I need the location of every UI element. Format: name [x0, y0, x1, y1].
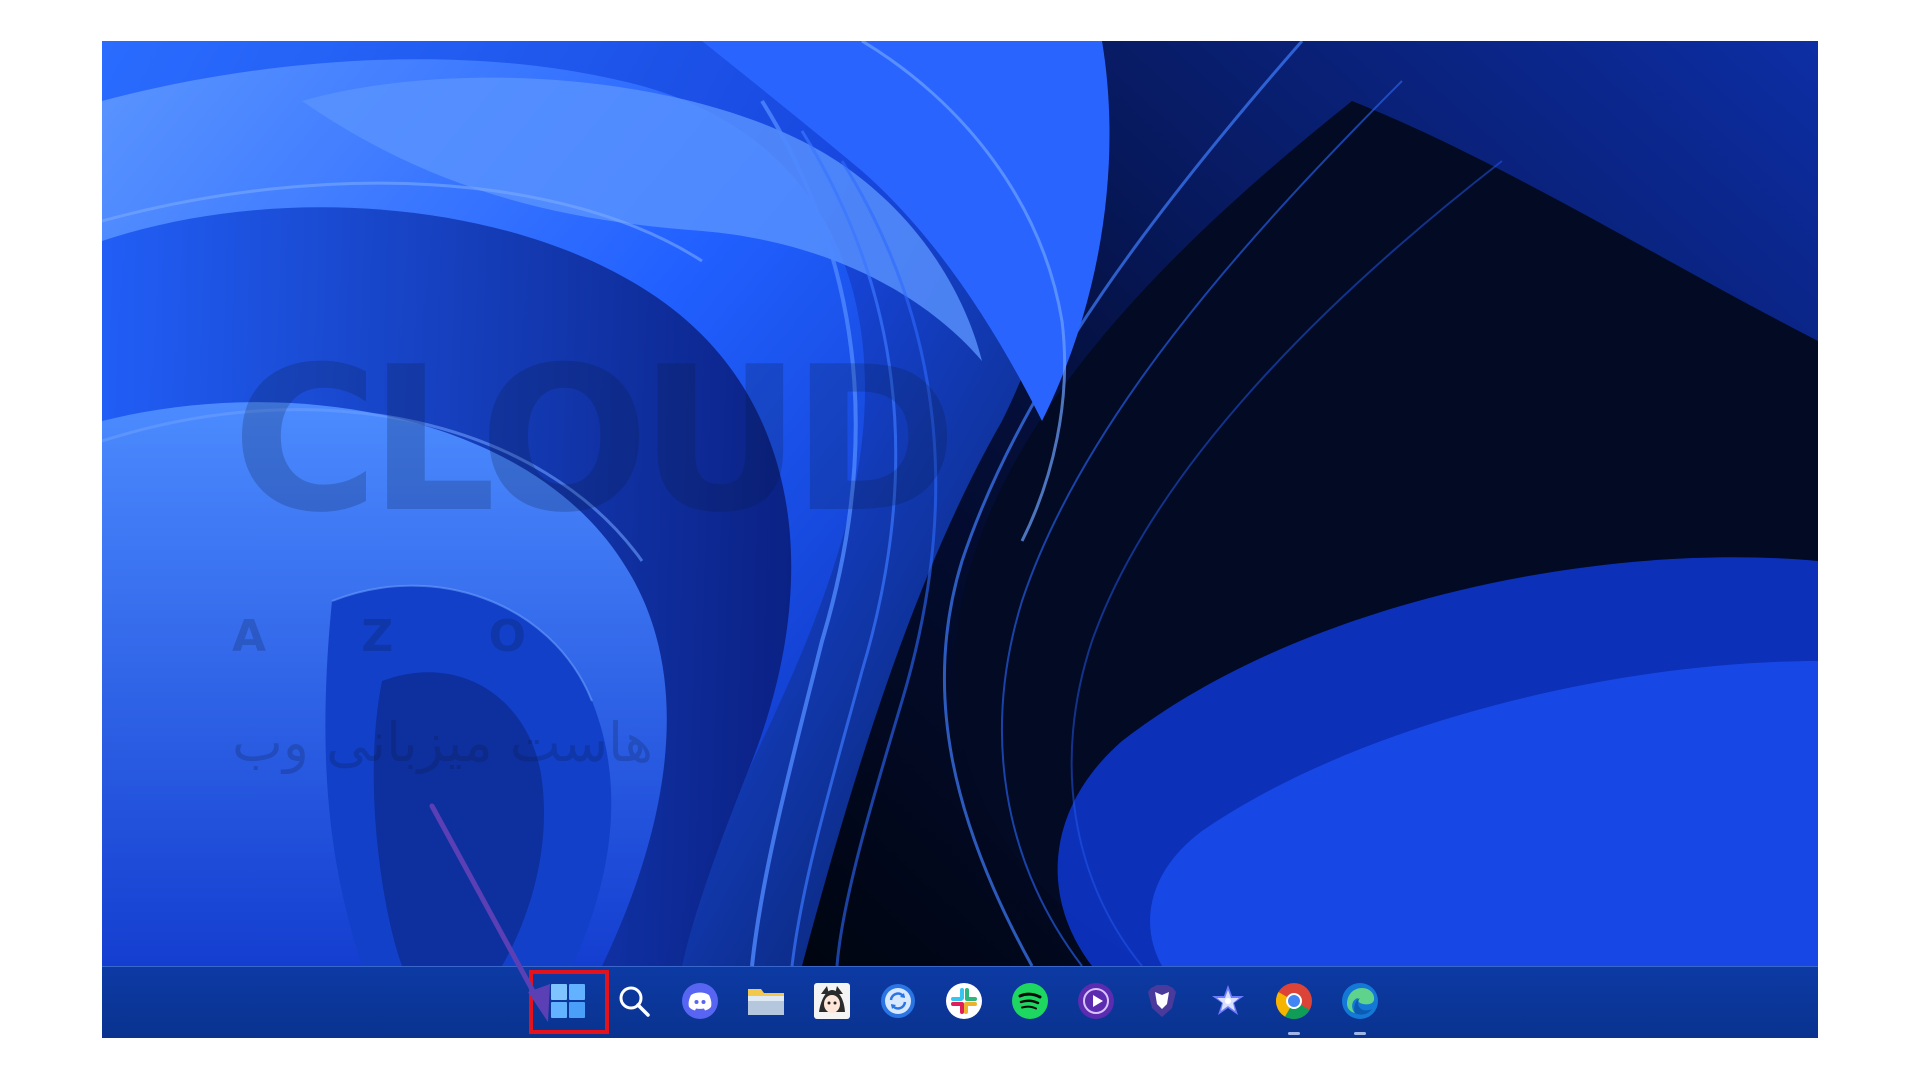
running-indicator — [1288, 1032, 1300, 1035]
spotify-icon — [1011, 982, 1049, 1024]
slack-icon — [945, 982, 983, 1024]
search-button[interactable] — [608, 977, 660, 1029]
watermark-subtext: A Z O — [232, 611, 566, 662]
discord-icon — [681, 982, 719, 1024]
sync-app-icon — [879, 982, 917, 1024]
edge-icon — [1341, 982, 1379, 1024]
taskbar — [102, 966, 1818, 1038]
brave-icon — [1143, 982, 1181, 1024]
annotation-arrow — [429, 803, 550, 1022]
taskbar-app-edge[interactable] — [1334, 977, 1386, 1035]
taskbar-app-brave[interactable] — [1136, 977, 1188, 1029]
taskbar-app-anime[interactable] — [806, 977, 858, 1029]
taskbar-app-chrome[interactable] — [1268, 977, 1320, 1035]
desktop-screenshot: CLOUD A Z O هاست میزبانی وب — [102, 41, 1818, 1038]
anime-app-icon — [813, 982, 851, 1024]
taskbar-app-sync[interactable] — [872, 977, 924, 1029]
taskbar-app-media-player[interactable] — [1070, 977, 1122, 1029]
watermark: CLOUD A Z O هاست میزبانی وب — [232, 341, 958, 811]
star-app-icon — [1208, 982, 1248, 1024]
media-player-icon — [1077, 982, 1115, 1024]
taskbar-app-slack[interactable] — [938, 977, 990, 1029]
running-indicator — [1354, 1032, 1366, 1035]
file-explorer-icon — [746, 983, 786, 1023]
taskbar-app-file-explorer[interactable] — [740, 977, 792, 1029]
watermark-logo: CLOUD — [232, 324, 958, 557]
watermark-persian-text: هاست میزبانی وب — [232, 711, 653, 774]
taskbar-app-star[interactable] — [1202, 977, 1254, 1029]
taskbar-app-discord[interactable] — [674, 977, 726, 1029]
chrome-icon — [1275, 982, 1313, 1024]
taskbar-items — [102, 967, 1818, 1038]
taskbar-app-spotify[interactable] — [1004, 977, 1056, 1029]
search-icon — [617, 984, 651, 1022]
